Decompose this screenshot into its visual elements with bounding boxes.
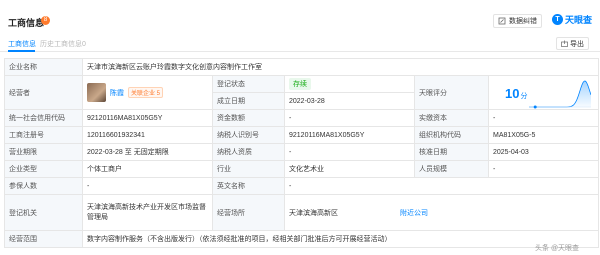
export-label: 导出 xyxy=(570,40,584,48)
label-staff-size: 人员规模 xyxy=(414,160,489,178)
label-approve-date: 核准日期 xyxy=(414,143,489,161)
business-info-table: 企业名称 天津市滨海新区云账户玲霞数字文化创意内容制作工作室 经营者 陈霞 关联… xyxy=(4,58,600,248)
label-authority: 登记机关 xyxy=(4,194,83,231)
business-address: 天津滨海高新区 xyxy=(289,209,338,217)
table-row: 经营者 陈霞 关联企业 5 登记状态 存续 天眼评分 10分 xyxy=(4,75,600,110)
table-row: 经营范围 数字内容制作服务（不含出版发行）（依法须经批准的项目，经相关部门批准后… xyxy=(4,230,600,248)
table-row: 工商注册号 120116601932341 纳税人识别号 92120116MA8… xyxy=(4,126,600,144)
score-cell[interactable]: 10分 xyxy=(487,75,600,110)
score-distribution-chart xyxy=(529,80,591,109)
org-code: MA81X05G-5 xyxy=(487,126,600,144)
label-reg-status: 登记状态 xyxy=(212,75,285,93)
company-type: 个体工商户 xyxy=(82,160,213,178)
score-unit: 分 xyxy=(520,93,528,100)
count-badge: 8 xyxy=(41,16,50,25)
label-business-scope: 经营范围 xyxy=(4,230,83,248)
brand-logo: T 天眼查 xyxy=(552,13,592,26)
table-row: 企业类型 个体工商户 行业 文化艺术业 人员规模 - xyxy=(4,160,600,178)
label-capital: 资金数额 xyxy=(212,109,285,127)
taxpayer-qual: - xyxy=(284,143,415,161)
business-scope: 数字内容制作服务（不含出版发行）（依法须经批准的项目，经相关部门批准后方可开展经… xyxy=(81,230,600,248)
address-cell: 天津滨海高新区 附近公司 xyxy=(283,194,600,231)
label-insured: 参保人数 xyxy=(4,177,83,195)
reg-no: 120116601932341 xyxy=(82,126,213,144)
label-paidin: 实缴资本 xyxy=(414,109,489,127)
status-badge: 存续 xyxy=(289,78,311,90)
label-taxpayer-id: 纳税人识别号 xyxy=(212,126,285,144)
label-founded: 成立日期 xyxy=(212,92,285,110)
registration-authority: 天津滨海高新技术产业开发区市场监督管理局 xyxy=(82,194,213,231)
label-operator: 经营者 xyxy=(4,75,83,110)
operator-cell: 陈霞 关联企业 5 xyxy=(82,75,213,110)
label-english-name: 英文名称 xyxy=(212,177,285,195)
related-companies-badge[interactable]: 关联企业 5 xyxy=(128,87,164,98)
label-company-type: 企业类型 xyxy=(4,160,83,178)
label-address: 经营场所 xyxy=(212,194,285,231)
english-name: - xyxy=(283,177,600,195)
label-industry: 行业 xyxy=(212,160,285,178)
label-reg-no: 工商注册号 xyxy=(4,126,83,144)
label-taxpayer-qual: 纳税人资质 xyxy=(212,143,285,161)
label-company-name: 企业名称 xyxy=(4,58,83,76)
label-score: 天眼评分 xyxy=(414,75,489,110)
table-row: 统一社会信用代码 92120116MA81X05G5Y 资金数额 - 实缴资本 … xyxy=(4,109,600,127)
table-row: 登记机关 天津滨海高新技术产业开发区市场监督管理局 经营场所 天津滨海高新区 附… xyxy=(4,194,600,231)
tab-bar: 工商信息 历史工商信息0 xyxy=(0,36,600,52)
score-marker xyxy=(533,105,537,109)
industry: 文化艺术业 xyxy=(284,160,415,178)
export-icon xyxy=(561,40,568,47)
brand-name: 天眼查 xyxy=(565,15,593,25)
tab-history-business-info[interactable]: 历史工商信息0 xyxy=(40,39,86,49)
tab-business-info[interactable]: 工商信息 xyxy=(8,39,36,49)
watermark: 头条 @天眼查 xyxy=(535,245,580,252)
operator-name-link[interactable]: 陈霞 xyxy=(110,88,124,98)
table-row: 营业期限 2022-03-28 至 无固定期限 纳税人资质 - 核准日期 202… xyxy=(4,143,600,161)
credit-code: 92120116MA81X05G5Y xyxy=(82,109,213,127)
approve-date: 2025-04-03 xyxy=(487,143,600,161)
table-row: 参保人数 - 英文名称 - xyxy=(4,177,600,195)
company-name: 天津市滨海新区云账户玲霞数字文化创意内容制作工作室 xyxy=(81,58,600,76)
founded-date: 2022-03-28 xyxy=(284,92,415,110)
avatar[interactable] xyxy=(87,83,106,102)
reg-status-cell: 存续 xyxy=(284,75,415,93)
score-value: 10分 xyxy=(505,86,527,101)
tianyancha-logo-icon: T xyxy=(552,14,563,25)
business-term: 2022-03-28 至 无固定期限 xyxy=(82,143,213,161)
edit-icon xyxy=(498,17,506,25)
label-org-code: 组织机构代码 xyxy=(414,126,489,144)
paidin: - xyxy=(487,109,600,127)
taxpayer-id: 92120116MA81X05G5Y xyxy=(284,126,415,144)
table-row: 企业名称 天津市滨海新区云账户玲霞数字文化创意内容制作工作室 xyxy=(4,58,600,76)
export-button[interactable]: 导出 xyxy=(556,37,589,50)
tab-active-indicator xyxy=(8,50,35,52)
label-term: 营业期限 xyxy=(4,143,83,161)
score-number: 10 xyxy=(505,86,520,101)
label-credit-code: 统一社会信用代码 xyxy=(4,109,83,127)
nearby-companies-link[interactable]: 附近公司 xyxy=(400,210,428,217)
data-correction-label: 数据纠错 xyxy=(509,18,537,25)
data-correction-button[interactable]: 数据纠错 xyxy=(493,14,542,28)
capital: - xyxy=(284,109,415,127)
section-header: 工商信息 8 数据纠错 T 天眼查 xyxy=(0,0,600,36)
section-title: 工商信息 xyxy=(8,18,45,28)
staff-size: - xyxy=(487,160,600,178)
insured-count: - xyxy=(82,177,213,195)
